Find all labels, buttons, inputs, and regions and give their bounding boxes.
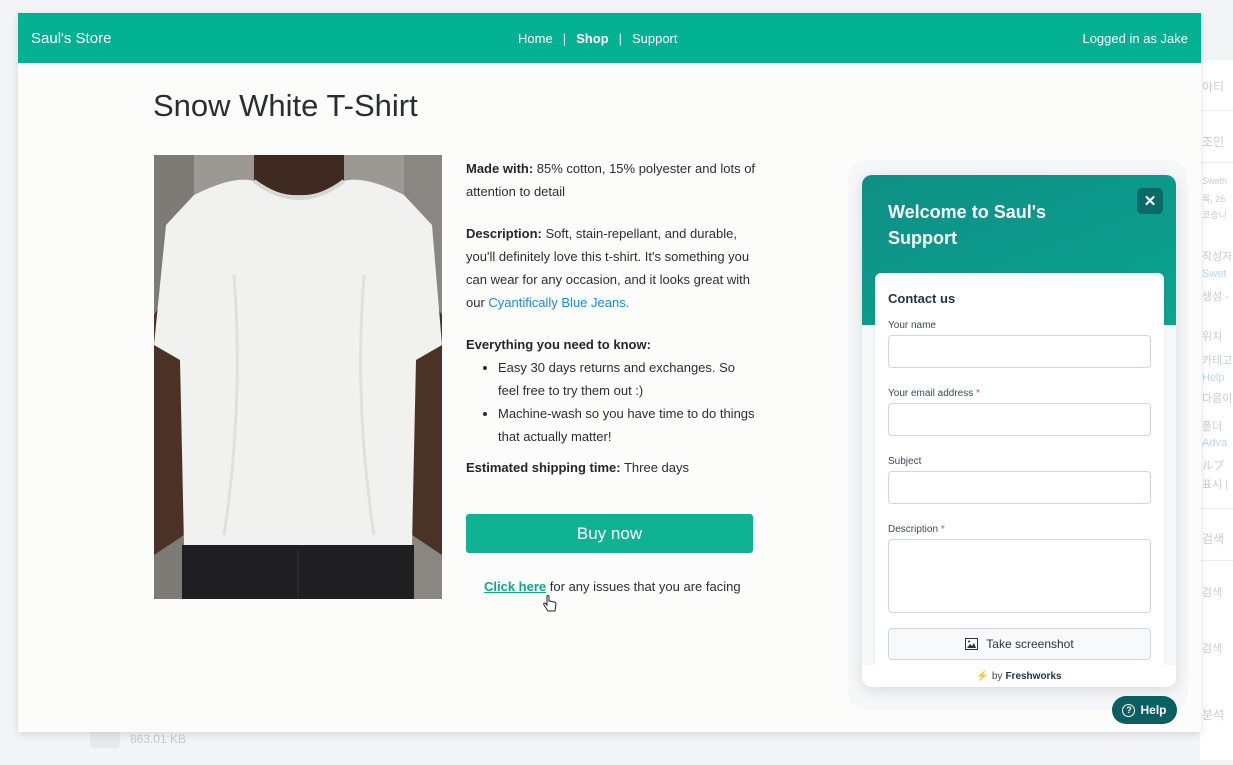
nav-links: Home | Shop | Support [518,31,678,46]
background-text: 카테고 [1202,355,1233,367]
description: Description: Soft, stain-repellant, and … [466,222,758,314]
made-with: Made with: 85% cotton, 15% polyester and… [466,157,758,203]
background-text: 검색 [1202,532,1225,546]
click-here-link[interactable]: Click here [484,579,546,594]
issue-text: for any issues that you are facing [549,579,741,594]
background-text: 조인 [1202,135,1225,149]
background-text: ルプ [1202,460,1224,472]
background-text: 아티 [1202,80,1225,94]
description-field[interactable] [888,539,1151,613]
nav-support[interactable]: Support [632,31,678,46]
description-label-text: Description [888,524,939,535]
nav-shop[interactable]: Shop [576,31,609,46]
know-list: Easy 30 days returns and exchanges. So f… [498,356,758,448]
background-text: 생성 - [1202,291,1229,303]
background-text: 분석 [1202,708,1225,722]
shipping-text: Three days [623,460,690,475]
background-text: Swet [1202,268,1227,280]
background-text: 검색 [1202,643,1223,655]
background-divider [1200,110,1233,111]
know-section: Everything you need to know: Easy 30 day… [466,333,758,448]
email-field[interactable] [888,403,1151,436]
widget-footer: ⚡ by Freshworks [862,665,1176,687]
email-field-label: Your email address * [888,388,1151,399]
product-image [154,155,442,599]
background-text: Adva [1202,437,1228,449]
image-icon [965,638,979,650]
background-divider [1200,508,1233,509]
close-icon[interactable]: ✕ [1137,188,1163,214]
background-text: 작성자 [1202,251,1233,263]
background-text: Help [1202,372,1225,384]
jeans-link[interactable]: Cyantifically Blue Jeans. [488,295,629,310]
name-label-text: Your name [888,320,936,331]
list-item: Easy 30 days returns and exchanges. So f… [498,356,758,402]
issue-line: Click here for any issues that you are f… [484,579,741,594]
hand-cursor-icon [543,595,557,612]
bolt-icon: ⚡ [976,670,989,682]
nav-separator: | [618,30,622,46]
background-text: 폴더 [1202,421,1223,433]
file-icon [90,730,120,748]
background-divider [1200,162,1233,163]
form-heading: Contact us [888,291,956,306]
list-item: Machine-wash so you have time to do thin… [498,402,758,448]
user-status: Logged in as Jake [1082,30,1188,46]
background-file-row: 863.01 KB [90,730,186,748]
nav-home[interactable]: Home [518,31,553,46]
widget-title: Welcome to Saul's Support [888,202,1046,248]
required-mark: * [976,388,980,399]
made-with-label: Made with: [466,161,534,176]
background-text: 코승니 [1202,210,1227,220]
buy-now-button[interactable]: Buy now [466,514,753,553]
shipping: Estimated shipping time: Three days [466,456,758,479]
store-brand[interactable]: Saul's Store [31,30,111,47]
description-field-label: Description * [888,524,1151,535]
background-text: 다음이 [1202,393,1233,405]
know-heading: Everything you need to know: [466,337,651,352]
email-label-text: Your email address [888,388,974,399]
name-field-label: Your name [888,320,1151,331]
subject-field-label: Subject [888,456,1151,467]
product-title: Snow White T-Shirt [153,88,418,123]
freshworks-link[interactable]: Freshworks [1005,671,1061,682]
background-text: 표시 | [1202,479,1229,491]
background-divider [1200,560,1233,561]
name-field[interactable] [888,335,1151,368]
shipping-label: Estimated shipping time: [466,460,621,475]
background-text: 위치 [1202,331,1223,343]
navbar: Saul's Store Home | Shop | Support Logge… [18,13,1201,63]
description-label: Description: [466,226,542,241]
footer-prefix: by [991,670,1003,682]
contact-form: Contact us Your name Your email address … [875,273,1164,673]
help-label: Help [1140,703,1167,717]
screenshot-label: Take screenshot [986,637,1074,651]
support-widget: Welcome to Saul's Support ✕ Contact us Y… [862,175,1176,687]
product-details: Made with: 85% cotton, 15% polyester and… [466,157,758,479]
background-text: Sweth [1202,176,1228,186]
nav-separator: | [562,30,567,46]
required-mark: * [940,524,945,535]
file-size: 863.01 KB [130,732,187,746]
take-screenshot-button[interactable]: Take screenshot [888,628,1151,660]
subject-label-text: Subject [888,456,922,467]
background-text: 검색 [1202,587,1223,599]
background-text: 록, 26 [1202,194,1226,204]
subject-field[interactable] [888,471,1151,504]
help-button[interactable]: ? Help [1112,696,1177,724]
help-icon: ? [1122,703,1136,717]
tshirt-photo [154,155,442,599]
